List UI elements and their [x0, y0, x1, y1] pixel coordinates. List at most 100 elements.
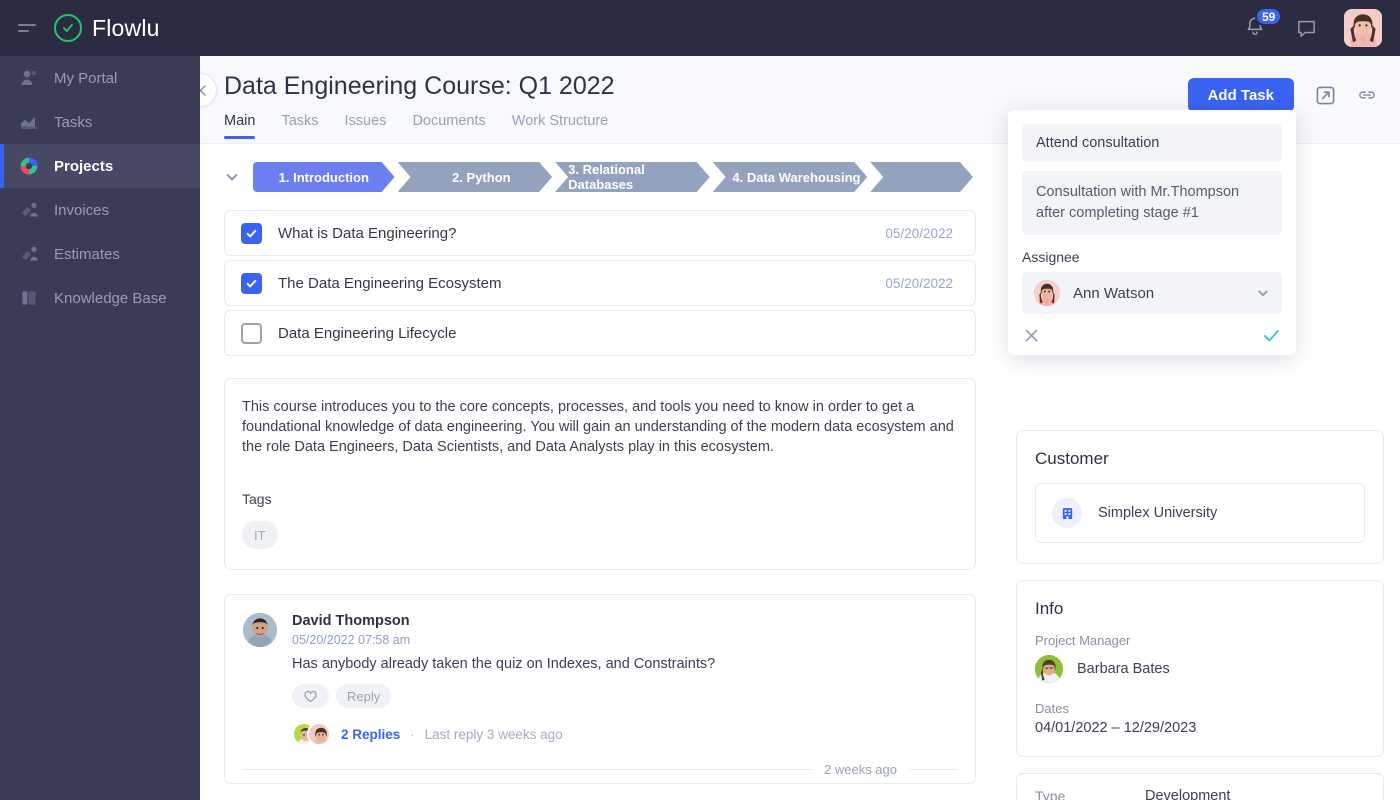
sidebar-item-label: Invoices — [54, 201, 110, 219]
stage-bar: 1. Introduction 2. Python 3. Relational … — [253, 162, 976, 192]
add-task-button[interactable]: Add Task — [1187, 78, 1294, 112]
customer-card: Customer Simplex University — [1016, 430, 1384, 564]
dates-label: Dates — [1035, 701, 1069, 716]
task-editor-popup: Attend consultation Consultation with Mr… — [1008, 110, 1296, 355]
stage-2[interactable]: 2. Python — [398, 162, 553, 192]
stage-4[interactable]: 4. Data Warehousing — [713, 162, 868, 192]
meta-value[interactable]: Development — [1145, 788, 1230, 800]
projects-icon — [18, 155, 40, 177]
info-card: Info Project Manager Barbara Bates Dates… — [1016, 580, 1384, 757]
reply-avatar — [307, 722, 331, 746]
replies-separator: · — [410, 726, 415, 742]
portal-icon — [18, 67, 40, 89]
avatar-image — [1344, 9, 1382, 47]
sidebar-item-knowledge-base[interactable]: Knowledge Base — [0, 276, 200, 320]
tasks-icon — [18, 111, 40, 133]
tab-documents[interactable]: Documents — [412, 113, 485, 139]
cancel-task-button[interactable] — [1024, 328, 1039, 343]
notifications-button[interactable]: 59 — [1243, 7, 1283, 41]
comment-author-meta: David Thompson 05/20/2022 07:58 am — [292, 613, 410, 647]
collapse-stages-icon[interactable] — [224, 169, 240, 185]
replies-row: 2 Replies · Last reply 3 weeks ago — [292, 722, 957, 746]
popup-footer — [1022, 328, 1282, 345]
replies-avatar-stack — [292, 722, 331, 746]
app-root: Flowlu 59 My Portal Tasks Projects Invoi… — [0, 0, 1400, 800]
checklist-item-label: What is Data Engineering? — [278, 224, 457, 242]
info-card-title: Info — [1035, 599, 1064, 618]
stage-progress-row: 1. Introduction 2. Python 3. Relational … — [224, 162, 976, 192]
notification-badge: 59 — [1255, 7, 1283, 26]
sidebar-item-invoices[interactable]: Invoices — [0, 188, 200, 232]
invoices-icon — [18, 199, 40, 221]
tab-issues[interactable]: Issues — [345, 113, 387, 139]
assignee-label: Assignee — [1022, 249, 1080, 265]
checkbox-unchecked-icon[interactable] — [241, 322, 262, 344]
open-external-icon[interactable] — [1314, 84, 1336, 106]
divider-label: 2 weeks ago — [824, 762, 897, 777]
dates-value[interactable]: 04/01/2022 – 12/29/2023 — [1035, 720, 1365, 736]
sidebar-item-my-portal[interactable]: My Portal — [0, 56, 200, 100]
checklist-item-label: The Data Engineering Ecosystem — [278, 274, 502, 292]
comment-header: David Thompson 05/20/2022 07:58 am — [243, 613, 957, 647]
customer-entry[interactable]: Simplex University — [1035, 483, 1365, 543]
customer-name: Simplex University — [1098, 505, 1218, 521]
messages-button[interactable] — [1295, 17, 1318, 40]
checklist-item[interactable]: The Data Engineering Ecosystem 05/20/202… — [224, 260, 976, 306]
check-icon — [1264, 330, 1279, 342]
project-manager-row[interactable]: Barbara Bates — [1035, 655, 1365, 683]
description-text: This course introduces you to the core c… — [242, 399, 954, 455]
assignee-name: Ann Watson — [1073, 284, 1155, 302]
divider-line — [909, 769, 957, 770]
task-description-input[interactable]: Consultation with Mr.Thompson after comp… — [1022, 171, 1282, 235]
checkbox-checked-icon[interactable] — [241, 272, 262, 294]
checklist-item[interactable]: Data Engineering Lifecycle — [224, 310, 976, 356]
checklist-item-date[interactable]: 05/20/2022 — [885, 226, 959, 241]
tab-work-structure[interactable]: Work Structure — [512, 113, 608, 139]
checklist-item-date[interactable]: 05/20/2022 — [885, 276, 959, 291]
sidebar-item-label: Projects — [54, 157, 114, 175]
top-bar-actions: 59 — [1243, 7, 1400, 47]
brand-name: Flowlu — [92, 14, 160, 41]
close-icon — [1025, 329, 1038, 342]
last-reply-meta: Last reply 3 weeks ago — [424, 726, 563, 742]
stage-3[interactable]: 3. Relational Databases — [555, 162, 710, 192]
sidebar-item-label: Tasks — [54, 113, 93, 131]
user-avatar[interactable] — [1344, 9, 1382, 47]
comment-card: David Thompson 05/20/2022 07:58 am Has a… — [224, 594, 976, 784]
task-title-input[interactable]: Attend consultation — [1022, 124, 1282, 162]
tab-tasks[interactable]: Tasks — [281, 113, 318, 139]
top-bar: Flowlu 59 — [0, 0, 1400, 56]
tab-main[interactable]: Main — [224, 113, 256, 139]
checkbox-checked-icon[interactable] — [241, 222, 262, 244]
meta-row: Type Development — [1035, 788, 1365, 800]
stage-5[interactable] — [870, 162, 973, 192]
comment-author-name: David Thompson — [292, 613, 410, 629]
comment-author-avatar[interactable] — [243, 613, 277, 647]
sidebar-item-projects[interactable]: Projects — [0, 144, 200, 188]
sidebar-item-label: My Portal — [54, 69, 118, 87]
tag-chip[interactable]: IT — [242, 521, 278, 549]
chevron-down-icon[interactable] — [1256, 286, 1270, 300]
sidebar-item-estimates[interactable]: Estimates — [0, 232, 200, 276]
sidebar-item-label: Knowledge Base — [54, 289, 167, 307]
sidebar-item-tasks[interactable]: Tasks — [0, 100, 200, 144]
brand-logo[interactable]: Flowlu — [54, 14, 160, 42]
flowlu-check-icon — [54, 14, 82, 42]
like-button[interactable] — [292, 684, 329, 708]
menu-toggle-icon[interactable] — [18, 17, 40, 39]
divider-line — [243, 769, 812, 770]
book-icon — [18, 287, 40, 309]
confirm-task-button[interactable] — [1263, 328, 1280, 343]
checklist-item[interactable]: What is Data Engineering? 05/20/2022 — [224, 210, 976, 256]
meta-key: Type — [1035, 788, 1066, 800]
assignee-select[interactable]: Ann Watson — [1022, 272, 1282, 314]
stage-1[interactable]: 1. Introduction — [253, 162, 395, 192]
sidebar-item-label: Estimates — [54, 245, 120, 263]
replies-link[interactable]: 2 Replies — [341, 727, 400, 742]
estimates-icon — [18, 243, 40, 265]
assignee-avatar — [1034, 280, 1060, 306]
reply-button[interactable]: Reply — [336, 684, 392, 708]
copy-link-icon[interactable] — [1356, 84, 1378, 106]
chat-icon — [1298, 20, 1315, 37]
project-manager-avatar — [1035, 655, 1063, 683]
